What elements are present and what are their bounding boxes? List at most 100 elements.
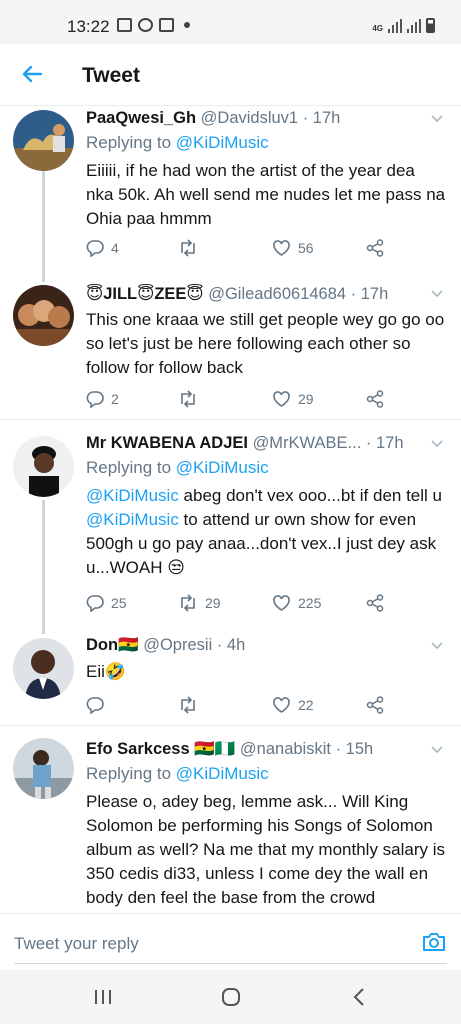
tweet[interactable]: 😇JILL😇ZEE😇 @Gilead60614684 · 17h This on…: [0, 270, 461, 420]
more-notifications-icon: [184, 22, 190, 28]
retweet-button[interactable]: [178, 696, 205, 714]
tweet-actions: 4 56: [86, 239, 396, 261]
retweet-button[interactable]: [178, 390, 205, 408]
replies-feed[interactable]: PaaQwesi_Gh @Davidsluv1 · 17h Replying t…: [0, 106, 461, 914]
chevron-down-icon[interactable]: [430, 112, 444, 126]
tweet-header: Don🇬🇭 @Opresii · 4h: [86, 636, 421, 655]
chevron-down-icon[interactable]: [430, 437, 444, 451]
share-button[interactable]: [366, 696, 384, 714]
text-mention[interactable]: @KiDiMusic: [86, 510, 179, 529]
like-count: 22: [298, 697, 314, 713]
replying-mention[interactable]: @KiDiMusic: [176, 458, 269, 477]
like-icon: [273, 697, 290, 713]
reply-button[interactable]: 4: [86, 239, 119, 257]
retweet-icon: [181, 239, 195, 257]
handle[interactable]: @MrKWABE...: [253, 434, 362, 452]
reply-input[interactable]: Tweet your reply: [14, 934, 139, 954]
like-button[interactable]: 56: [272, 239, 314, 257]
share-button[interactable]: [366, 594, 384, 612]
like-count: 29: [298, 391, 314, 407]
tweet[interactable]: PaaQwesi_Gh @Davidsluv1 · 17h Replying t…: [0, 106, 461, 270]
thread-line: [42, 626, 45, 634]
like-icon: [273, 240, 290, 256]
reply-count: 25: [111, 595, 127, 611]
handle[interactable]: @Gilead60614684: [208, 285, 346, 303]
gallery-icon: [117, 18, 132, 32]
reply-button[interactable]: 25: [86, 594, 127, 612]
display-name[interactable]: Don🇬🇭: [86, 636, 139, 654]
reply-composer[interactable]: Tweet your reply: [0, 913, 461, 970]
replying-mention[interactable]: @KiDiMusic: [176, 764, 269, 783]
reply-button[interactable]: 2: [86, 390, 119, 408]
network-type: 4G: [372, 24, 383, 33]
reply-count: 2: [111, 391, 119, 407]
chevron-down-icon[interactable]: [430, 743, 444, 757]
home-icon[interactable]: [219, 986, 243, 1008]
reply-button[interactable]: [86, 696, 111, 714]
chevron-down-icon[interactable]: [430, 287, 444, 301]
reply-count: 4: [111, 240, 119, 256]
display-name[interactable]: PaaQwesi_Gh: [86, 109, 196, 127]
reply-icon: [86, 697, 104, 714]
thread-line: [42, 170, 45, 270]
display-name[interactable]: Efo Sarkcess 🇬🇭🇳🇬: [86, 740, 235, 758]
handle[interactable]: @Opresii: [143, 636, 212, 654]
tweet-actions: 22: [86, 696, 396, 718]
tweet[interactable]: Efo Sarkcess 🇬🇭🇳🇬 @nanabiskit · 15h Repl…: [0, 726, 461, 914]
handle[interactable]: @Davidsluv1: [201, 109, 298, 127]
replying-mention[interactable]: @KiDiMusic: [176, 133, 269, 152]
input-underline: [14, 963, 447, 964]
tweet-header: PaaQwesi_Gh @Davidsluv1 · 17h: [86, 109, 421, 128]
signal-icon: [388, 19, 402, 33]
handle[interactable]: @nanabiskit: [240, 740, 331, 758]
text-part: abeg don't vex ooo...bt if den tell u: [178, 486, 442, 505]
reply-icon: [86, 240, 104, 257]
tweet-header: Mr KWABENA ADJEI @MrKWABE... · 17h: [86, 434, 421, 453]
back-icon[interactable]: [348, 986, 372, 1008]
display-name-emoji[interactable]: 😇: [86, 285, 103, 303]
recent-apps-icon[interactable]: [91, 986, 115, 1008]
replying-prefix: Replying to: [86, 764, 172, 783]
replying-prefix: Replying to: [86, 133, 172, 152]
like-icon: [273, 595, 290, 611]
share-button[interactable]: [366, 390, 384, 408]
timestamp: · 17h: [350, 285, 389, 303]
tweet-text: @KiDiMusic abeg don't vex ooo...bt if de…: [86, 484, 446, 580]
display-name[interactable]: JILL😇ZEE😇: [103, 285, 203, 303]
tweet-text: Eii🤣: [86, 662, 127, 681]
replying-to: Replying to @KiDiMusic: [86, 133, 269, 153]
replying-to: Replying to @KiDiMusic: [86, 458, 269, 478]
retweet-icon: [181, 594, 195, 612]
like-button[interactable]: 22: [272, 696, 314, 714]
share-button[interactable]: [366, 239, 384, 257]
like-button[interactable]: 29: [272, 390, 314, 408]
retweet-button[interactable]: [178, 239, 205, 257]
timestamp: · 17h: [365, 434, 404, 452]
status-time: 13:22: [67, 17, 110, 36]
tweet[interactable]: Don🇬🇭 @Opresii · 4h Eii🤣 22: [0, 626, 461, 726]
thread-line: [42, 500, 45, 626]
avatar[interactable]: [13, 110, 74, 171]
replying-prefix: Replying to: [86, 458, 172, 477]
like-button[interactable]: 225: [272, 594, 321, 612]
status-bar: 13:22 4G: [0, 0, 461, 44]
notification-icons: [117, 18, 190, 32]
avatar[interactable]: [13, 285, 74, 346]
signal-icon-2: [407, 19, 421, 33]
avatar[interactable]: [13, 436, 74, 497]
text-mention[interactable]: @KiDiMusic: [86, 486, 179, 505]
retweet-button[interactable]: 29: [178, 594, 221, 612]
avatar[interactable]: [13, 638, 74, 699]
share-icon: [366, 594, 384, 612]
tweet[interactable]: Mr KWABENA ADJEI @MrKWABE... · 17h Reply…: [0, 420, 461, 626]
camera-icon[interactable]: [421, 930, 447, 954]
like-count: 56: [298, 240, 314, 256]
like-icon: [273, 391, 290, 407]
back-arrow-icon[interactable]: [20, 62, 44, 86]
retweet-icon: [181, 390, 195, 408]
tweet-actions: 2 29: [86, 390, 396, 412]
chevron-down-icon[interactable]: [430, 639, 444, 653]
avatar[interactable]: [13, 738, 74, 799]
display-name[interactable]: Mr KWABENA ADJEI: [86, 434, 248, 452]
reply-icon: [86, 391, 104, 408]
